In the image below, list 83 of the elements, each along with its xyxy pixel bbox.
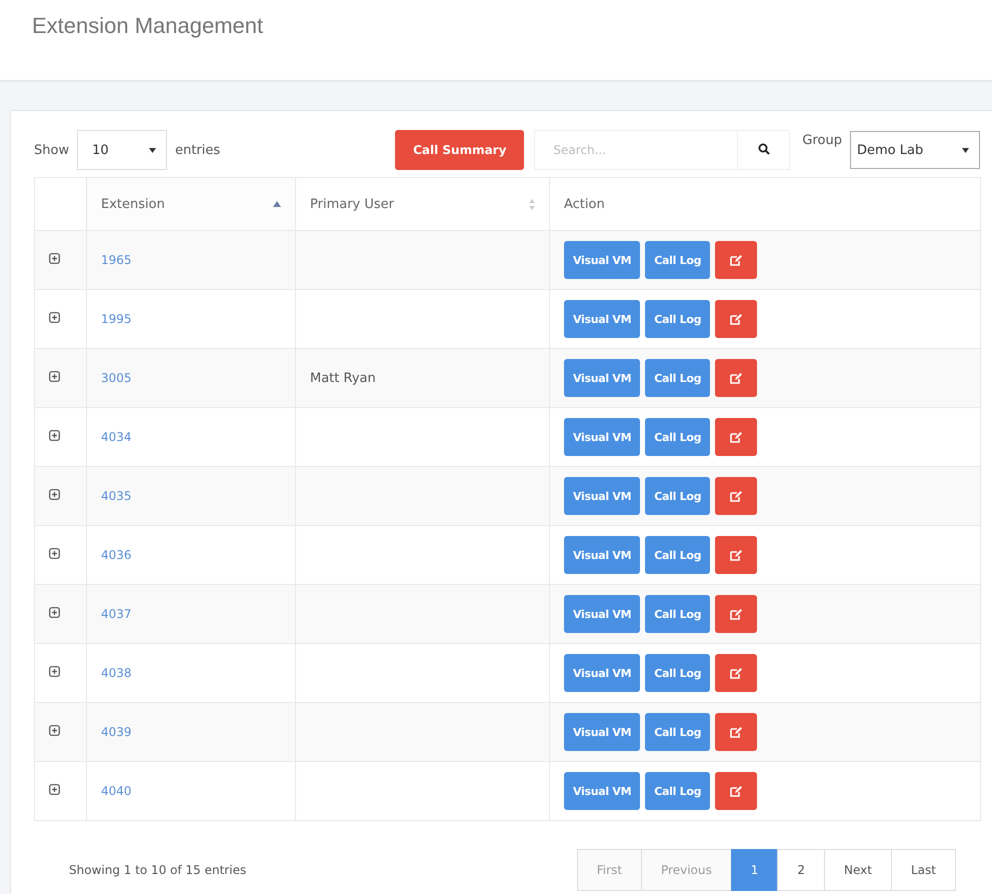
edit-icon [730,550,742,560]
caret-icon [149,148,156,152]
page-button[interactable]: 1 [730,849,778,891]
edit-button[interactable] [715,536,758,574]
edit-icon [730,726,742,738]
visual-vm-button[interactable]: Visual VM [564,359,640,397]
search-field[interactable]: Search... [534,130,738,170]
expand-icon[interactable] [49,666,60,676]
page-button[interactable]: Next [824,849,892,891]
entries-label: entries [175,142,220,158]
visual-vm-button[interactable]: Visual VM [564,772,640,810]
page-button[interactable]: 2 [777,849,826,891]
call-summary-button[interactable]: Call Summary [395,130,524,170]
call-log-button[interactable]: Call Log [645,536,710,574]
edit-icon [730,372,742,384]
column-header[interactable]: Action [550,178,980,230]
edit-button[interactable] [715,359,758,397]
expand-icon[interactable] [49,784,60,794]
extension-link[interactable]: 3005 [101,370,132,384]
visual-vm-button[interactable]: Visual VM [564,477,640,515]
page-button[interactable]: Last [891,849,956,891]
call-log-button[interactable]: Call Log [645,654,710,692]
table-cell: Matt Ryan [310,370,376,386]
extension-link[interactable]: 4034 [101,430,132,444]
visual-vm-button[interactable]: Visual VM [564,300,640,338]
expand-icon[interactable] [49,724,60,736]
visual-vm-button[interactable]: Visual VM [564,654,640,692]
extension-link[interactable]: 4036 [101,548,132,562]
edit-button[interactable] [715,241,758,279]
group-select[interactable]: Demo Lab [850,131,980,169]
extension-link[interactable]: 1995 [101,312,132,326]
edit-button[interactable] [715,654,758,692]
sort-ascending-icon [273,201,281,207]
extension-link[interactable]: 4039 [101,724,132,738]
extension-link[interactable]: 4035 [101,488,132,502]
call-log-button[interactable]: Call Log [645,418,710,456]
page-size-select[interactable]: 10 [77,130,168,170]
sort-icon [529,198,535,210]
expand-icon[interactable] [49,252,60,264]
call-log-button[interactable]: Call Log [645,772,710,810]
visual-vm-button[interactable]: Visual VM [564,713,640,751]
expand-icon[interactable] [49,370,60,382]
call-log-button[interactable]: Call Log [645,300,710,338]
edit-icon [730,786,742,796]
column-header[interactable]: Extension [86,178,296,230]
group-label: Group [802,133,842,148]
show-label: Show [34,142,70,158]
call-log-button[interactable]: Call Log [645,359,710,397]
expand-icon[interactable] [49,430,60,440]
page-title: Extension Management [32,12,264,39]
edit-icon [730,432,742,442]
call-log-button[interactable]: Call Log [645,477,710,515]
visual-vm-button[interactable]: Visual VM [564,241,640,279]
search-icon [758,142,770,154]
edit-button[interactable] [715,477,758,515]
extension-link[interactable]: 1965 [101,252,132,266]
expand-icon[interactable] [49,606,60,618]
entries-info: Showing 1 to 10 of 15 entries [69,863,246,877]
edit-button[interactable] [715,418,758,456]
edit-icon [730,490,742,502]
edit-icon [730,254,742,266]
expand-icon[interactable] [49,548,60,558]
extension-link[interactable]: 4038 [101,666,132,680]
call-log-button[interactable]: Call Log [645,713,710,751]
edit-icon [730,608,742,620]
expand-icon[interactable] [49,488,60,500]
extension-link[interactable]: 4040 [101,784,132,798]
column-header[interactable]: Primary User [296,178,550,230]
edit-button[interactable] [715,713,758,751]
visual-vm-button[interactable]: Visual VM [564,418,640,456]
edit-button[interactable] [715,595,758,633]
edit-button[interactable] [715,300,758,338]
edit-button[interactable] [715,772,758,810]
edit-icon [730,314,742,324]
edit-icon [730,668,742,678]
visual-vm-button[interactable]: Visual VM [564,536,640,574]
extension-link[interactable]: 4037 [101,606,132,620]
visual-vm-button[interactable]: Visual VM [564,595,640,633]
call-log-button[interactable]: Call Log [645,241,710,279]
caret-icon [962,148,969,152]
search-button[interactable] [738,130,790,170]
expand-icon[interactable] [49,312,60,322]
call-log-button[interactable]: Call Log [645,595,710,633]
